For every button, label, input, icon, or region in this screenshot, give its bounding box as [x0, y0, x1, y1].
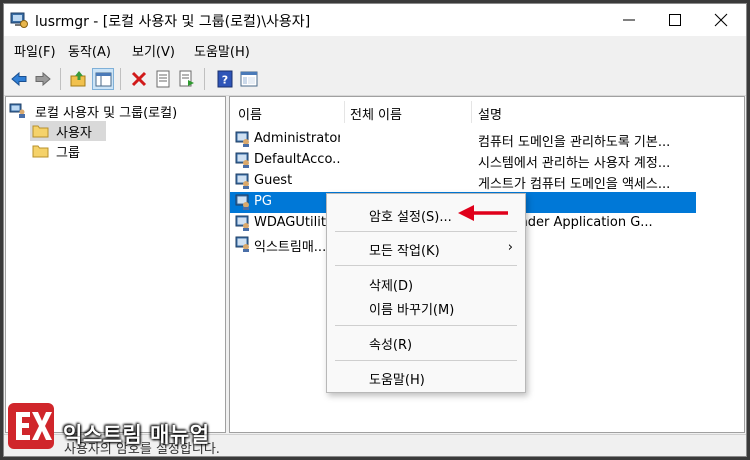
computer-users-icon — [9, 103, 27, 123]
menu-file[interactable]: 파일(F) — [14, 41, 56, 60]
menu-action[interactable]: 동작(A) — [68, 41, 111, 60]
menu-item-label: 도움말(H) — [369, 373, 425, 388]
folder-icon — [32, 123, 50, 143]
toolbar-separator — [120, 68, 121, 90]
context-menu: 암호 설정(S)... 모든 작업(K) › 삭제(D) 이름 바꾸기(M) 속… — [326, 193, 526, 393]
tree-root[interactable]: 로컬 사용자 및 그룹(로컬) — [9, 101, 223, 121]
title-bar[interactable]: lusrmgr - [로컬 사용자 및 그룹(로컬)\사용자] — [4, 4, 746, 36]
computer-management-icon — [10, 11, 28, 29]
minimize-button[interactable] — [606, 4, 652, 36]
menu-bar: 파일(F) 동작(A) 보기(V) 도움말(H) — [4, 36, 746, 62]
column-divider[interactable] — [344, 101, 345, 123]
user-icon — [235, 152, 251, 172]
user-row[interactable]: DefaultAcco... 시스템에서 관리하는 사용자 계정... — [230, 150, 696, 171]
user-row[interactable]: Administrator 컴퓨터 도메인을 관리하도록 기본... — [230, 129, 696, 150]
export-list-icon[interactable] — [176, 68, 198, 90]
submenu-arrow-icon: › — [507, 240, 513, 255]
watermark-brand: 익스트림 매뉴얼 — [63, 423, 210, 447]
user-name: Administrator — [254, 131, 340, 146]
tree-item-groups[interactable]: 그룹 — [30, 141, 106, 161]
menu-item-help[interactable]: 도움말(H) — [327, 364, 525, 390]
column-divider[interactable] — [471, 101, 472, 123]
tree-root-label: 로컬 사용자 및 그룹(로컬) — [35, 106, 178, 121]
toolbar-separator — [204, 68, 205, 90]
user-name: Guest — [254, 173, 293, 188]
watermark-logo — [8, 403, 54, 449]
toolbar: ? — [4, 62, 746, 96]
help-icon[interactable]: ? — [214, 68, 236, 90]
menu-help[interactable]: 도움말(H) — [194, 41, 250, 60]
menu-item-all-tasks[interactable]: 모든 작업(K) › — [327, 235, 525, 261]
user-icon — [235, 131, 251, 151]
menu-separator — [335, 360, 517, 361]
menu-item-label: 암호 설정(S)... — [369, 210, 452, 225]
tree-item-label: 그룹 — [56, 146, 80, 161]
watermark: More Better IT Life 익스트림 매뉴얼 — [8, 402, 238, 452]
menu-view[interactable]: 보기(V) — [132, 41, 175, 60]
user-icon — [235, 236, 251, 256]
menu-item-rename[interactable]: 이름 바꾸기(M) — [327, 294, 525, 320]
user-row[interactable]: Guest 게스트가 컴퓨터 도메인을 액세스... — [230, 171, 696, 192]
menu-item-label: 속성(R) — [369, 338, 413, 353]
back-arrow-icon[interactable] — [8, 68, 30, 90]
properties-icon[interactable] — [152, 68, 174, 90]
up-folder-icon[interactable] — [68, 68, 90, 90]
user-description: 시스템에서 관리하는 사용자 계정... — [478, 156, 671, 171]
tree-item-label: 사용자 — [56, 126, 92, 141]
show-hide-tree-icon[interactable] — [92, 68, 114, 90]
forward-arrow-icon[interactable] — [32, 68, 54, 90]
toolbar-separator — [60, 68, 61, 90]
menu-item-properties[interactable]: 속성(R) — [327, 329, 525, 355]
column-header-description[interactable]: 설명 — [478, 104, 502, 123]
menu-item-label: 모든 작업(K) — [369, 244, 440, 259]
user-icon — [235, 215, 251, 235]
menu-item-label: 삭제(D) — [369, 279, 414, 294]
menu-separator — [335, 265, 517, 266]
user-icon — [235, 194, 251, 214]
tree-pane: 로컬 사용자 및 그룹(로컬) 사용자 그룹 — [5, 96, 226, 433]
watermark-tagline: More Better IT Life — [63, 407, 138, 415]
user-description: 컴퓨터 도메인을 관리하도록 기본... — [478, 135, 671, 150]
folder-icon — [32, 143, 50, 163]
user-icon — [235, 173, 251, 193]
column-header-name[interactable]: 이름 — [238, 104, 262, 123]
column-header-full-name[interactable]: 전체 이름 — [350, 104, 402, 123]
delete-icon[interactable] — [128, 68, 150, 90]
console-icon[interactable] — [238, 68, 260, 90]
menu-separator — [335, 325, 517, 326]
annotation-arrow-icon — [458, 205, 508, 221]
menu-separator — [335, 231, 517, 232]
menu-item-delete[interactable]: 삭제(D) — [327, 270, 525, 296]
svg-text:?: ? — [222, 74, 228, 87]
user-description: 게스트가 컴퓨터 도메인을 액세스... — [478, 177, 671, 192]
user-name: DefaultAcco... — [254, 152, 340, 167]
close-button[interactable] — [698, 4, 744, 36]
maximize-button[interactable] — [652, 4, 698, 36]
window-title: lusrmgr - [로컬 사용자 및 그룹(로컬)\사용자] — [35, 14, 311, 30]
menu-item-label: 이름 바꾸기(M) — [369, 303, 455, 318]
tree-item-users[interactable]: 사용자 — [30, 121, 106, 141]
